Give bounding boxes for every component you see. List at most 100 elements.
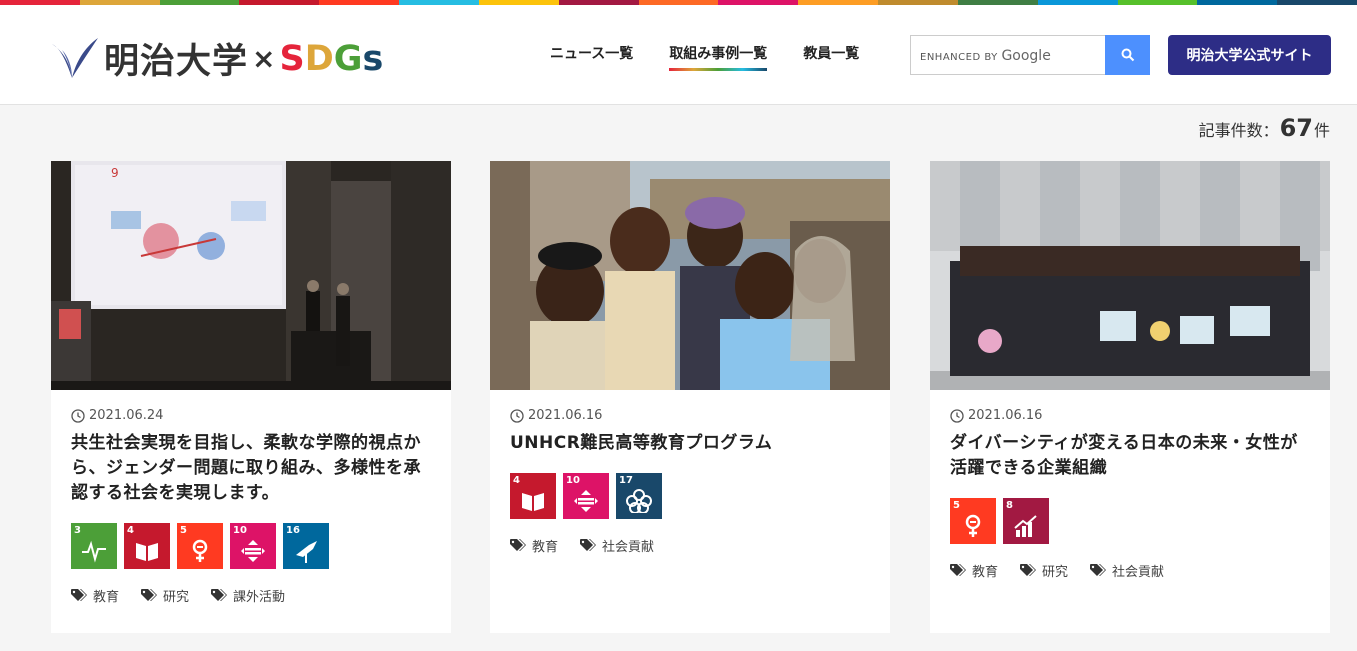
- article-tag[interactable]: 課外活動: [211, 586, 285, 605]
- article-title[interactable]: 共生社会実現を目指し、柔軟な学際的視点から、ジェンダー問題に取り組み、多様性を承…: [71, 431, 431, 506]
- sdg-goal-number: 10: [566, 475, 580, 486]
- article-tag[interactable]: 教育: [950, 561, 998, 580]
- tag-icon: [510, 539, 526, 551]
- main-nav: ニュース一覧 取組み事例一覧 教員一覧: [550, 43, 859, 71]
- article-date-text: 2021.06.16: [528, 408, 603, 423]
- article-thumbnail-children[interactable]: [490, 161, 890, 390]
- article-tag-label: 教育: [93, 590, 120, 605]
- sdg-goal-16[interactable]: 16: [283, 523, 329, 569]
- article-thumbnail-group[interactable]: [930, 161, 1330, 390]
- health-pulse-icon: [82, 540, 106, 563]
- sdg-goal-3[interactable]: 3: [71, 523, 117, 569]
- sdg-goal-10[interactable]: 10: [563, 473, 609, 519]
- official-site-button[interactable]: 明治大学公式サイト: [1168, 35, 1331, 75]
- svg-text:9: 9: [111, 166, 119, 180]
- sdg-goal-number: 16: [286, 525, 300, 536]
- article-count-value: 67: [1279, 114, 1313, 142]
- gender-icon: [192, 539, 208, 562]
- article-card[interactable]: 9 2021.06.24 共生社会実現を目指し、柔軟な学際的視点から、ジェンダー…: [51, 161, 451, 633]
- article-date-text: 2021.06.16: [968, 408, 1043, 423]
- article-tag-label: 研究: [163, 590, 190, 605]
- sdg-goal-number: 10: [233, 525, 247, 536]
- article-title[interactable]: UNHCR難民高等教育プログラム: [510, 431, 870, 456]
- book-icon: [136, 543, 158, 561]
- article-tag[interactable]: 社会貢献: [580, 536, 654, 555]
- book-icon: [522, 493, 544, 511]
- article-tag[interactable]: 研究: [1020, 561, 1068, 580]
- meiji-logo-icon: [52, 37, 98, 78]
- tag-icon: [1090, 564, 1107, 576]
- article-tags: 教育 研究 社会貢献: [950, 561, 1310, 580]
- logo-sdgs-s: S: [279, 38, 305, 79]
- tag-icon: [950, 564, 966, 576]
- equality-icon: [241, 540, 265, 562]
- sdg-goal-number: 17: [619, 475, 633, 486]
- article-tags: 教育 研究 課外活動: [71, 586, 431, 605]
- article-title[interactable]: ダイバーシティが変える日本の未来・女性が活躍できる企業組織: [950, 431, 1310, 481]
- article-count-unit: 件: [1313, 121, 1330, 140]
- logo-university-name: 明治大学: [104, 42, 249, 82]
- article-count-label: 記事件数：: [1198, 121, 1279, 140]
- sdg-goal-number: 5: [180, 525, 187, 536]
- nav-case-list[interactable]: 取組み事例一覧: [669, 43, 768, 71]
- lecture-photo: 9: [51, 161, 451, 390]
- article-tag-label: 教育: [972, 565, 999, 580]
- dove-icon: [296, 541, 317, 563]
- sdg-goal-4[interactable]: 4: [124, 523, 170, 569]
- sdg-goal-17[interactable]: 17: [616, 473, 662, 519]
- article-count: 記事件数： 67 件: [1199, 114, 1330, 142]
- tag-icon: [71, 589, 87, 601]
- tag-icon: [1020, 564, 1037, 576]
- partnership-icon: [626, 489, 652, 513]
- logo-sdgs-g: G: [333, 38, 363, 79]
- search-icon: [1121, 48, 1134, 62]
- article-tag-label: 社会貢献: [1112, 565, 1165, 580]
- sdg-goal-4[interactable]: 4: [510, 473, 556, 519]
- site-logo[interactable]: 明治大学 × SDGs: [50, 33, 383, 84]
- sdg-goal-number: 4: [513, 475, 520, 486]
- sdg-goal-8[interactable]: 8: [1003, 498, 1049, 544]
- article-card[interactable]: 2021.06.16 ダイバーシティが変える日本の未来・女性が活躍できる企業組織…: [930, 161, 1330, 633]
- growth-chart-icon: [1014, 515, 1037, 537]
- article-tag[interactable]: 教育: [71, 586, 119, 605]
- nav-news-list[interactable]: ニュース一覧: [550, 43, 633, 71]
- sdg-goal-number: 4: [127, 525, 134, 536]
- logo-sdgs: SDGs: [279, 39, 383, 79]
- logo-cross: ×: [252, 42, 276, 75]
- article-tag[interactable]: 教育: [510, 536, 558, 555]
- article-tag[interactable]: 社会貢献: [1090, 561, 1164, 580]
- article-thumbnail-lecture[interactable]: 9: [51, 161, 451, 390]
- article-tag-label: 課外活動: [233, 590, 286, 605]
- site-header: 明治大学 × SDGs ニュース一覧 取組み事例一覧 教員一覧 ENHANCED…: [0, 5, 1357, 105]
- article-tags: 教育 社会貢献: [510, 536, 870, 555]
- article-date: 2021.06.16: [510, 408, 870, 423]
- search-input[interactable]: [911, 36, 1105, 74]
- clock-icon: [71, 408, 85, 423]
- logo-sdgs-d: D: [304, 38, 334, 79]
- article-tag-label: 研究: [1042, 565, 1069, 580]
- site-search: ENHANCED BY Google: [910, 35, 1150, 75]
- tag-icon: [211, 589, 228, 601]
- sdg-goal-5[interactable]: 5: [950, 498, 996, 544]
- sdg-goal-number: 8: [1006, 500, 1013, 511]
- sdg-goal-5[interactable]: 5: [177, 523, 223, 569]
- sdg-goal-number: 3: [74, 525, 81, 536]
- clock-icon: [950, 408, 964, 423]
- sdg-goals: 4 10 17: [510, 473, 870, 519]
- article-card[interactable]: 2021.06.16 UNHCR難民高等教育プログラム 4 10 17 教育 社会貢献: [490, 161, 890, 633]
- article-tag-label: 教育: [532, 540, 559, 555]
- clock-icon: [510, 408, 524, 423]
- sdg-goal-number: 5: [953, 500, 960, 511]
- article-date-text: 2021.06.24: [89, 408, 164, 423]
- equality-icon: [574, 490, 598, 512]
- article-tag[interactable]: 研究: [141, 586, 189, 605]
- sdg-goals: 58: [950, 498, 1310, 544]
- search-button[interactable]: [1105, 35, 1150, 75]
- article-date: 2021.06.16: [950, 408, 1310, 423]
- tag-icon: [580, 539, 597, 551]
- nav-faculty-list[interactable]: 教員一覧: [803, 43, 859, 71]
- group-photo: [930, 161, 1330, 390]
- logo-sdgs-s2: s: [362, 38, 384, 79]
- tag-icon: [141, 589, 158, 601]
- sdg-goal-10[interactable]: 10: [230, 523, 276, 569]
